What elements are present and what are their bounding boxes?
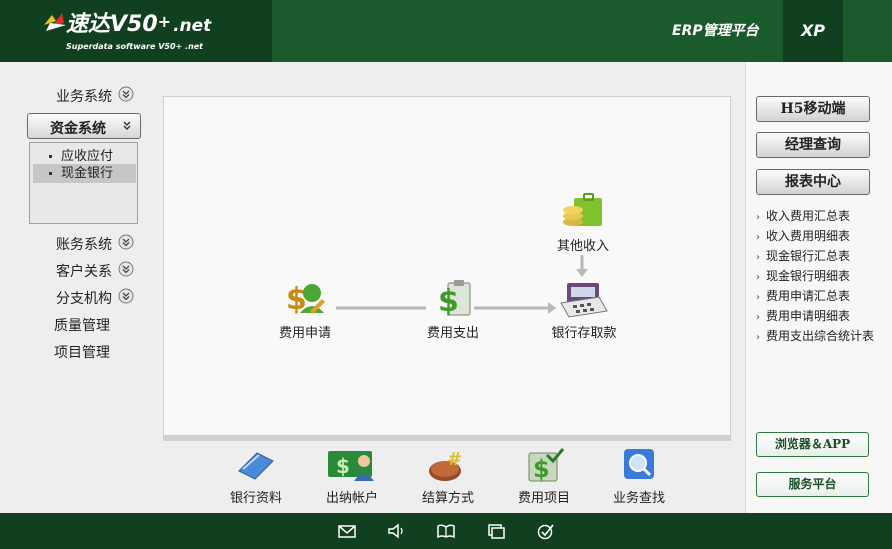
report-link[interactable]: › 费用支出综合统计表 [756,328,874,346]
report-center-button[interactable]: 报表中心 [756,169,870,195]
report-link[interactable]: › 费用申请明细表 [756,308,850,326]
report-label: 费用申请明细表 [766,309,851,323]
logo-subtitle: Superdata software V50+ .net [66,42,203,51]
chevron-down-icon[interactable] [118,234,134,250]
tool-label: 银行资料 [229,491,282,506]
flow-node-label: 银行存取款 [551,326,617,341]
report-label: 费用申请汇总表 [766,289,851,303]
chevron-right-icon: › [756,312,760,323]
expense-request-icon[interactable]: $ [282,279,328,319]
business-search-icon[interactable] [618,447,660,483]
nav-label: 资金系统 [50,121,106,137]
tool-cashier-account[interactable]: $ 出纳帐户 [312,447,392,506]
manager-query-button[interactable]: 经理查询 [756,132,870,158]
logo: 速达V50+ .net Superdata software V50+ .net [0,0,272,62]
footer-bar [0,513,892,549]
nav-item-funds[interactable]: 资金系统 [27,113,141,139]
logo-title: 速达V50+ .net [66,12,212,37]
tool-label: 业务查找 [612,491,665,506]
settlement-method-icon[interactable]: # [427,447,469,483]
report-label: 费用支出综合统计表 [766,329,875,343]
nav-item-business[interactable]: 业务系统 [0,83,152,105]
svg-text:#: # [447,449,462,470]
chevron-right-icon: › [756,232,760,243]
check-icon[interactable] [536,522,556,540]
submenu-item-cash-bank[interactable]: 现金银行 [33,164,136,183]
report-link[interactable]: › 现金银行明细表 [756,268,850,286]
tool-label: 费用项目 [517,491,570,506]
chevron-down-icon[interactable] [118,288,134,304]
logo-plus: + [157,12,172,31]
expense-item-icon[interactable]: $ [523,447,565,483]
workflow-panel: $ 费用申请 $ 费用支出 银行存取款 其他收入 [163,96,731,436]
nav-label: 账务系统 [56,237,112,253]
edition-badge[interactable]: XP [783,0,843,62]
tool-label: 结算方式 [421,491,474,506]
nav-label: 客户关系 [56,264,112,280]
flow-node-other-income[interactable]: 其他收入 [548,192,618,254]
report-link[interactable]: › 费用申请汇总表 [756,288,850,306]
chevron-right-icon: › [756,252,760,263]
h5-mobile-button[interactable]: H5移动端 [756,96,870,122]
nav-label: 分支机构 [56,291,112,307]
header-bar: 速达V50+ .net Superdata software V50+ .net … [0,0,892,62]
report-label: 收入费用汇总表 [766,209,851,223]
chevron-down-icon[interactable] [118,86,134,102]
chevron-right-icon: › [756,272,760,283]
flow-arrows [336,255,588,314]
chevron-down-icon[interactable] [120,119,134,133]
book-icon[interactable] [436,522,456,540]
flow-node-label: 其他收入 [556,239,609,254]
chevron-right-icon: › [756,292,760,303]
other-income-icon[interactable] [560,192,606,232]
right-sidebar: H5移动端 经理查询 报表中心 › 收入费用汇总表 › 收入费用明细表 › 现金银行汇… [745,62,892,513]
mail-icon[interactable] [337,522,357,540]
bottom-toolbar: 银行资料 $ 出纳帐户 # 结算方式 $ 费用项目 业务查找 [163,441,731,511]
tool-label: 出纳帐户 [325,491,378,506]
flow-node-bank-deposit[interactable]: 银行存取款 [546,279,622,341]
nav-item-branches[interactable]: 分支机构 [0,285,152,307]
chevron-right-icon: › [756,332,760,343]
expense-payment-icon[interactable]: $ [430,279,476,319]
flow-node-label: 费用申请 [278,326,331,341]
chevron-right-icon: › [756,212,760,223]
flow-node-label: 费用支出 [426,326,479,341]
report-link[interactable]: › 收入费用汇总表 [756,208,850,226]
nav-item-crm[interactable]: 客户关系 [0,258,152,280]
service-platform-button[interactable]: 服务平台 [756,472,869,497]
speaker-icon[interactable] [386,522,406,540]
cashier-account-icon[interactable]: $ [326,447,378,483]
window-icon[interactable] [486,522,506,540]
flow-arrow-head [576,269,588,277]
chevron-down-icon[interactable] [118,261,134,277]
tool-expense-item[interactable]: $ 费用项目 [504,447,584,506]
report-label: 现金银行明细表 [766,269,851,283]
nav-item-projects[interactable]: 项目管理 [0,339,152,361]
report-label: 现金银行汇总表 [766,249,851,263]
tool-business-search[interactable]: 业务查找 [599,447,679,506]
nav-item-accounting[interactable]: 账务系统 [0,231,152,253]
report-link[interactable]: › 收入费用明细表 [756,228,850,246]
nav-label: 项目管理 [54,345,110,361]
nav-item-quality[interactable]: 质量管理 [0,312,152,334]
flow-node-expense-request[interactable]: $ 费用申请 [270,279,340,341]
flow-node-expense-payment[interactable]: $ 费用支出 [418,279,488,341]
logo-mark-icon [44,13,66,31]
svg-text:$: $ [533,455,550,483]
bank-info-icon[interactable] [235,447,277,483]
funds-submenu: 应收应付 现金银行 [29,142,138,224]
browser-app-button[interactable]: 浏览器＆APP [756,432,869,457]
nav-label: 业务系统 [56,89,112,105]
bank-deposit-icon[interactable] [559,279,609,319]
report-link[interactable]: › 现金银行汇总表 [756,248,850,266]
platform-title: ERP管理平台 [672,23,759,39]
svg-text:$: $ [336,454,350,478]
report-label: 收入费用明细表 [766,229,851,243]
nav-label: 质量管理 [54,318,110,334]
tool-bank-info[interactable]: 银行资料 [216,447,296,506]
tool-settlement-method[interactable]: # 结算方式 [408,447,488,506]
logo-suffix: .net [173,16,212,36]
svg-text:$: $ [438,284,459,319]
